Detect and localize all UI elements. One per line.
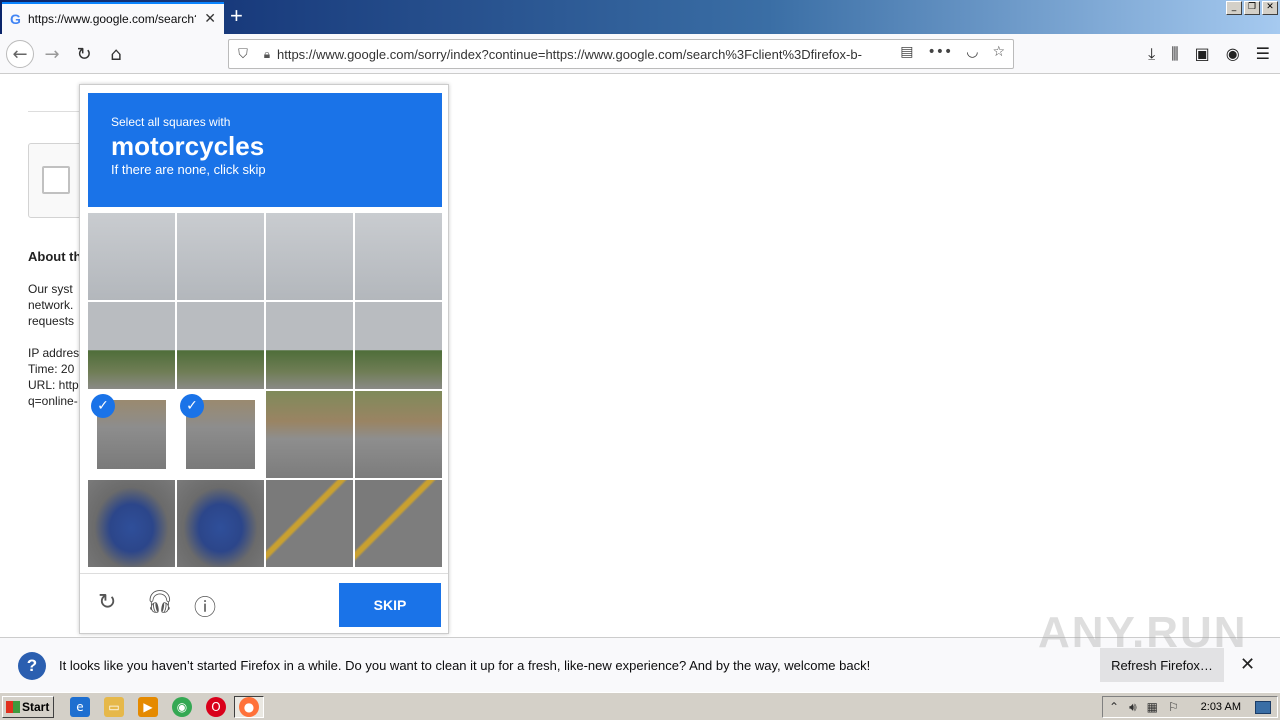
system-tray: ⌃ 🔊︎ ▦ ⚐ 2:03 AM <box>1102 696 1278 718</box>
info-line: URL: http <box>28 378 79 392</box>
reader-view-icon[interactable]: ▤ <box>900 44 913 60</box>
grid-tile[interactable] <box>177 213 264 300</box>
grid-tile[interactable] <box>266 302 353 389</box>
grid-tile[interactable] <box>266 213 353 300</box>
recaptcha-challenge: Select all squares with motorcycles If t… <box>79 84 449 634</box>
question-icon: ? <box>18 652 46 680</box>
reload-challenge-icon[interactable]: ↻ <box>98 590 116 615</box>
challenge-footer: ↻ 🎧︎ ⓘ SKIP <box>80 573 448 633</box>
url-text[interactable]: https://www.google.com/sorry/index?conti… <box>277 47 877 62</box>
paragraph-line: Our syst <box>28 282 73 296</box>
grid-tile[interactable] <box>355 213 442 300</box>
grid-tile[interactable]: ✓ <box>177 391 264 478</box>
grid-tile[interactable] <box>88 302 175 389</box>
explorer-icon[interactable]: ▭ <box>104 697 124 717</box>
opera-icon[interactable]: O <box>206 697 226 717</box>
grid-tile[interactable] <box>88 213 175 300</box>
back-button[interactable]: ← <box>6 40 34 68</box>
info-line: Time: 20 <box>28 362 75 376</box>
page-actions-icon[interactable]: ••• <box>927 44 952 60</box>
google-favicon-icon: G <box>10 11 21 27</box>
taskbar: Start e ▭ ▶ ◉ O ● ⌃ 🔊︎ ▦ ⚐ 2:03 AM <box>0 692 1280 720</box>
info-icon[interactable]: ⓘ <box>194 590 216 622</box>
account-icon[interactable]: ◉ <box>1226 44 1240 64</box>
minimize-button[interactable]: _ <box>1226 1 1242 15</box>
audio-challenge-icon[interactable]: 🎧︎ <box>146 590 174 615</box>
instruction-target: motorcycles <box>111 131 265 161</box>
clock[interactable]: 2:03 AM <box>1201 701 1241 713</box>
window-controls: _ ❐ ✕ <box>1226 1 1278 15</box>
show-desktop-icon[interactable] <box>1255 701 1271 714</box>
grid-tile[interactable] <box>355 480 442 567</box>
skip-button[interactable]: SKIP <box>339 583 441 627</box>
tab-google-search[interactable]: G https://www.google.com/search?c ✕ <box>2 2 224 34</box>
tile-selected-check-icon: ✓ <box>91 394 115 418</box>
image-grid: ✓ ✓ <box>88 213 442 567</box>
refresh-firefox-button[interactable]: Refresh Firefox… <box>1100 648 1224 682</box>
home-button[interactable]: ⌂ <box>102 40 130 68</box>
action-center-flag-icon[interactable]: ⚐ <box>1168 700 1179 715</box>
forward-button[interactable]: → <box>38 40 66 68</box>
url-bar[interactable]: ⛉ 🔒︎ https://www.google.com/sorry/index?… <box>228 39 1014 69</box>
close-window-button[interactable]: ✕ <box>1262 1 1278 15</box>
grid-tile[interactable] <box>355 302 442 389</box>
grid-tile[interactable] <box>266 391 353 478</box>
info-line: IP addres <box>28 346 80 360</box>
grid-tile[interactable] <box>355 391 442 478</box>
start-label: Start <box>22 700 50 714</box>
grid-tile[interactable] <box>88 480 175 567</box>
grid-tile[interactable]: ✓ <box>88 391 175 478</box>
instruction-sub: If there are none, click skip <box>111 162 266 177</box>
windows-logo-icon <box>6 701 20 713</box>
chrome-icon[interactable]: ◉ <box>172 697 192 717</box>
grid-tile[interactable] <box>266 480 353 567</box>
pocket-icon[interactable]: ◡ <box>966 44 978 60</box>
notification-message: It looks like you haven’t started Firefo… <box>59 658 871 673</box>
notification-close-icon[interactable]: ✕ <box>1240 654 1255 675</box>
instruction-small: Select all squares with <box>111 115 231 129</box>
ie-icon[interactable]: e <box>70 697 90 717</box>
firefox-taskbar-button[interactable]: ● <box>234 696 264 718</box>
tab-strip: G https://www.google.com/search?c ✕ + _ … <box>0 0 1280 34</box>
restore-button[interactable]: ❐ <box>1244 1 1260 15</box>
lock-icon[interactable]: 🔒︎ <box>257 47 277 62</box>
bookmark-star-icon[interactable]: ☆ <box>992 44 1005 60</box>
paragraph-line: network. <box>28 298 74 312</box>
start-button[interactable]: Start <box>2 696 54 718</box>
firefox-icon: ● <box>239 697 259 717</box>
grid-tile[interactable] <box>177 480 264 567</box>
reload-button[interactable]: ↻ <box>70 40 98 68</box>
tray-expand-icon[interactable]: ⌃ <box>1109 700 1119 715</box>
network-icon[interactable]: ▦ <box>1147 700 1158 715</box>
sidebar-icon[interactable]: ▣ <box>1195 44 1210 64</box>
about-heading: About th <box>28 249 82 264</box>
paragraph-line: requests <box>28 314 75 328</box>
tracking-shield-icon[interactable]: ⛉ <box>229 47 257 62</box>
tab-close-icon[interactable]: ✕ <box>204 10 216 27</box>
downloads-icon[interactable]: ⤓ <box>1148 44 1155 64</box>
info-line: q=online- <box>28 394 78 408</box>
library-icon[interactable]: ⫼ <box>1171 44 1178 64</box>
notification-bar: ANY.RUN ? It looks like you haven’t star… <box>0 608 1280 692</box>
media-player-icon[interactable]: ▶ <box>138 697 158 717</box>
menu-icon[interactable]: ☰ <box>1256 44 1270 64</box>
recaptcha-checkbox[interactable] <box>42 166 70 194</box>
volume-icon[interactable]: 🔊︎ <box>1129 700 1137 715</box>
tile-selected-check-icon: ✓ <box>180 394 204 418</box>
grid-tile[interactable] <box>177 302 264 389</box>
nav-bar: ← → ↻ ⌂ ⛉ 🔒︎ https://www.google.com/sorr… <box>0 34 1280 74</box>
challenge-header: Select all squares with motorcycles If t… <box>88 93 442 207</box>
tab-title: https://www.google.com/search?c <box>28 12 196 26</box>
new-tab-button[interactable]: + <box>230 3 243 29</box>
